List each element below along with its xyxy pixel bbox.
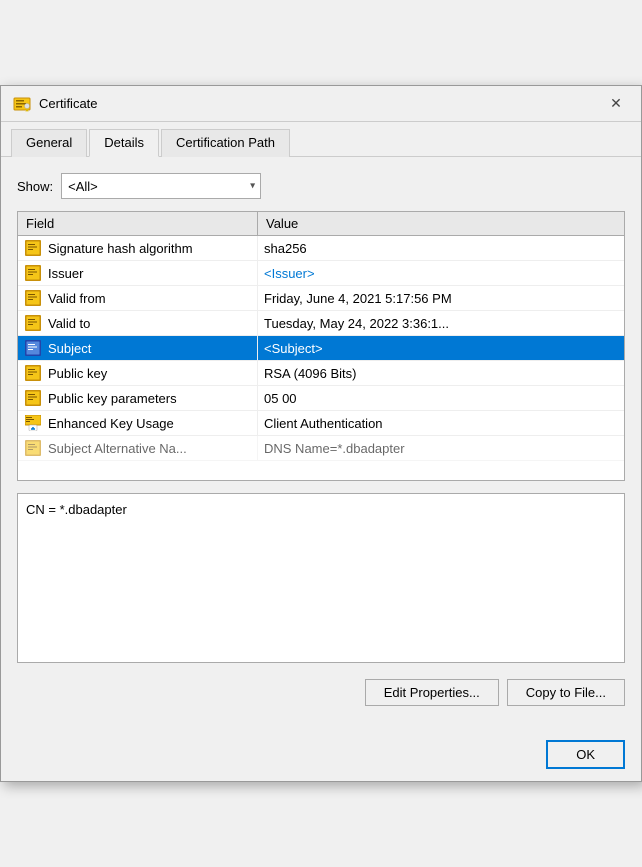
row-field: Valid to [18,311,258,335]
close-button[interactable]: ✕ [603,94,629,114]
ok-row: OK [1,734,641,781]
row-field: Issuer [18,261,258,285]
title-bar-left: Certificate [13,95,98,113]
copy-to-file-button[interactable]: Copy to File... [507,679,625,706]
row-value: sha256 [258,238,624,259]
certificate-dialog: Certificate ✕ General Details Certificat… [0,85,642,782]
detail-text: CN = *.dbadapter [26,502,127,517]
field-icon [24,339,42,357]
table-row[interactable]: Public key parameters 05 00 [18,386,624,411]
dialog-title: Certificate [39,96,98,111]
edit-properties-button[interactable]: Edit Properties... [365,679,499,706]
row-field: Public key parameters [18,386,258,410]
tab-details[interactable]: Details [89,129,159,157]
table-row[interactable]: Enhanced Key Usage Client Authentication [18,411,624,436]
show-row: Show: <All> Version 1 Fields Only Extens… [17,173,625,199]
column-header-field: Field [18,212,258,235]
row-value: Client Authentication [258,413,624,434]
row-field: Signature hash algorithm [18,236,258,260]
table-row[interactable]: Valid to Tuesday, May 24, 2022 3:36:1... [18,311,624,336]
tab-general[interactable]: General [11,129,87,157]
row-value: 05 00 [258,388,624,409]
show-label: Show: [17,179,53,194]
table-header: Field Value [18,212,624,236]
table-row[interactable]: Subject <Subject> [18,336,624,361]
fields-table: Field Value [17,211,625,481]
row-field: Subject [18,336,258,360]
row-field: Subject Alternative Na... [18,436,258,460]
row-value: DNS Name=*.dbadapter [258,438,624,459]
field-icon [24,364,42,382]
dialog-content: Show: <All> Version 1 Fields Only Extens… [1,157,641,734]
row-field: Public key [18,361,258,385]
row-value: RSA (4096 Bits) [258,363,624,384]
table-row[interactable]: Issuer <Issuer> [18,261,624,286]
row-value: <Subject> [258,338,624,359]
field-icon [24,439,42,457]
field-icon [24,289,42,307]
show-select-wrapper[interactable]: <All> Version 1 Fields Only Extensions O… [61,173,261,199]
field-icon [24,314,42,332]
field-icon [24,239,42,257]
table-row[interactable]: Public key RSA (4096 Bits) [18,361,624,386]
certificate-icon [13,95,31,113]
detail-text-area: CN = *.dbadapter [17,493,625,663]
show-select[interactable]: <All> Version 1 Fields Only Extensions O… [61,173,261,199]
row-field: Enhanced Key Usage [18,411,258,435]
row-field: Valid from [18,286,258,310]
field-icon [24,264,42,282]
field-icon [24,414,42,432]
tab-bar: General Details Certification Path [1,122,641,157]
column-header-value: Value [258,212,624,235]
tab-certification-path[interactable]: Certification Path [161,129,290,157]
ok-button[interactable]: OK [546,740,625,769]
table-row[interactable]: Valid from Friday, June 4, 2021 5:17:56 … [18,286,624,311]
row-value: Friday, June 4, 2021 5:17:56 PM [258,288,624,309]
field-icon [24,389,42,407]
row-value: Tuesday, May 24, 2022 3:36:1... [258,313,624,334]
row-value: <Issuer> [258,263,624,284]
title-bar: Certificate ✕ [1,86,641,122]
table-scroll[interactable]: Field Value [18,212,624,481]
action-buttons: Edit Properties... Copy to File... [17,679,625,706]
table-row[interactable]: Subject Alternative Na... DNS Name=*.dba… [18,436,624,461]
table-row[interactable]: Signature hash algorithm sha256 [18,236,624,261]
